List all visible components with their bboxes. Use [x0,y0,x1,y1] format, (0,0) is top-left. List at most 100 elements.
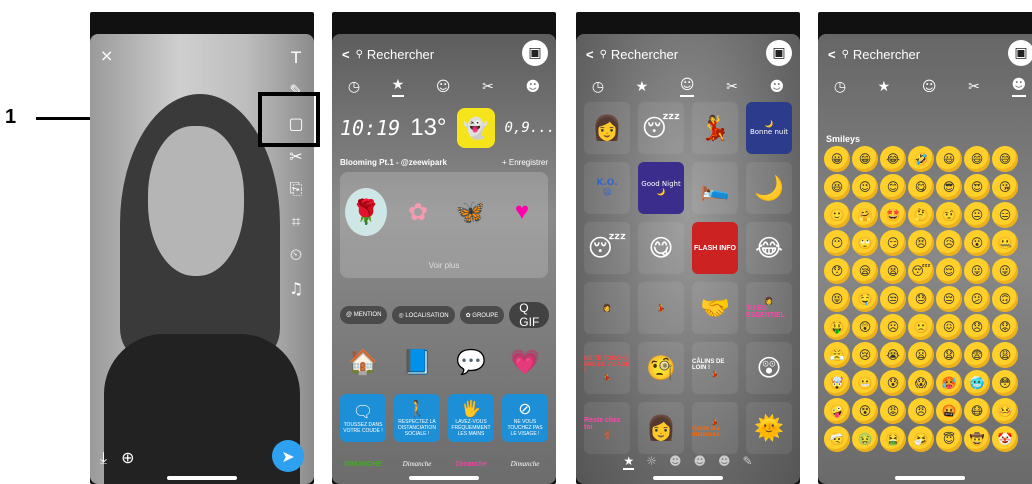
emoji-cell[interactable]: 😉 [852,174,878,200]
weather-sticker[interactable]: 13° [410,114,446,142]
sticker-heart[interactable]: 💗 [502,338,548,386]
emoji-cell[interactable]: 🤢 [852,426,878,452]
bitmoji-sticker[interactable]: 😲 [746,342,792,394]
tab-favorites-icon[interactable]: ★ [636,79,649,95]
bitmoji-sticker[interactable]: 😴 [638,102,684,154]
crop-tool-icon[interactable]: ⌗ [285,211,307,233]
pack-sticker[interactable]: ♥ [501,188,543,236]
emoji-cell[interactable]: 🤨 [936,202,962,228]
category-favorites-icon[interactable]: ★ [623,454,635,470]
location-chip[interactable]: ◎ LOCALISATION [392,306,455,324]
emoji-cell[interactable]: 😝 [824,286,850,312]
emoji-cell[interactable]: 😖 [936,314,962,340]
tab-favorites-icon[interactable]: ★ [391,77,405,97]
gif-button[interactable]: Q GIF [509,301,550,329]
sticker-dimanche-3[interactable]: Dimanche [448,450,494,478]
back-icon[interactable]: < [342,47,350,62]
emoji-cell[interactable]: 😯 [824,258,850,284]
sticker-cough[interactable]: 🗨 TOUSSEZ DANS VOTRE COUDE ! [340,394,386,442]
emoji-cell[interactable]: 🤣 [908,146,934,172]
emoji-cell[interactable]: 😓 [908,286,934,312]
bitmoji-sticker[interactable]: FLASH INFO [692,222,738,274]
emoji-cell[interactable]: 😜 [992,258,1018,284]
sticker-dimanche-2[interactable]: Dimanche [394,450,440,478]
tab-cutout-icon[interactable]: ✂ [482,79,494,95]
emoji-cell[interactable]: 😡 [880,398,906,424]
emoji-cell[interactable]: 😆 [824,174,850,200]
emoji-cell[interactable]: 😭 [880,342,906,368]
emoji-cell[interactable]: 🤯 [824,370,850,396]
group-chip[interactable]: ✿ GROUPE [459,306,505,324]
emoji-cell[interactable]: 😅 [992,146,1018,172]
sticker-dimanche-1[interactable]: DIMANCHE [340,450,386,478]
tab-recent-icon[interactable]: ◷ [834,79,846,95]
pack-sticker[interactable]: 🦋 [449,188,491,236]
emoji-cell[interactable]: 😊 [880,174,906,200]
emoji-cell[interactable]: 😪 [852,258,878,284]
emoji-cell[interactable]: 😑 [992,202,1018,228]
tab-bitmoji-icon[interactable]: ☺ [922,79,937,95]
sticker-dimanche-4[interactable]: Dimanche [502,450,548,478]
tab-emoji-icon[interactable]: ☻ [526,79,541,95]
tab-favorites-icon[interactable]: ★ [878,79,891,95]
emoji-cell[interactable]: 🤑 [824,314,850,340]
bitmoji-sticker[interactable]: 😋 [638,222,684,274]
music-tool-icon[interactable]: ♫ [285,277,307,299]
bitmoji-sticker[interactable]: 💃 Garde tes distances [692,402,738,454]
emoji-cell[interactable]: 😨 [964,342,990,368]
tab-cutout-icon[interactable]: ✂ [726,79,738,95]
mention-chip[interactable]: @ MENTION [340,306,388,324]
emoji-cell[interactable]: 😏 [880,230,906,256]
emoji-cell[interactable]: 😞 [964,314,990,340]
emoji-cell[interactable]: 😐 [964,202,990,228]
pack-sticker[interactable]: ✿ [397,188,439,236]
emoji-cell[interactable]: 🤐 [992,230,1018,256]
back-icon[interactable]: < [828,47,836,62]
emoji-cell[interactable]: 😛 [964,258,990,284]
bitmoji-sticker[interactable]: K.O. 😫 [584,162,630,214]
sticker-icon[interactable]: ▣ [1008,40,1032,66]
emoji-cell[interactable]: 😤 [824,342,850,368]
emoji-cell[interactable]: 🙄 [852,230,878,256]
timer-tool-icon[interactable]: ⏲ [285,244,307,266]
emoji-cell[interactable]: 😴 [908,258,934,284]
emoji-cell[interactable]: 🤔 [908,202,934,228]
emoji-cell[interactable]: 🤩 [880,202,906,228]
emoji-cell[interactable]: 😬 [852,370,878,396]
tab-emoji-icon[interactable]: ☻ [1011,77,1027,97]
category-icon[interactable]: ☻ [718,454,731,470]
emoji-cell[interactable]: 😀 [824,146,850,172]
emoji-cell[interactable]: 😄 [964,146,990,172]
sticker-house[interactable]: 🏠 [340,338,386,386]
sticker-icon[interactable]: ▣ [766,40,792,66]
bitmoji-sticker[interactable]: CÂLINS DE LOIN ! 💃 [692,342,738,394]
tab-cutout-icon[interactable]: ✂ [968,79,980,95]
emoji-cell[interactable]: 😵 [852,398,878,424]
pack-sticker[interactable]: 🌹 [345,188,387,236]
emoji-cell[interactable]: 🤤 [852,286,878,312]
emoji-cell[interactable]: 🤠 [964,426,990,452]
emoji-cell[interactable]: 😟 [992,314,1018,340]
download-icon[interactable]: ⤓ [100,448,107,468]
category-icon[interactable]: ☻ [669,454,682,470]
sticker-icon[interactable]: ▣ [522,40,548,66]
emoji-cell[interactable]: 🙂 [824,202,850,228]
emoji-cell[interactable]: 🤕 [824,426,850,452]
save-pack-link[interactable]: + Enregistrer [502,158,548,167]
bitmoji-sticker[interactable]: 🛌 [692,162,738,214]
bitmoji-sticker[interactable]: 👩 [584,282,630,334]
emoji-cell[interactable]: 😎 [936,174,962,200]
emoji-cell[interactable]: 😇 [936,426,962,452]
emoji-cell[interactable]: 😷 [964,398,990,424]
bitmoji-sticker[interactable]: Reste chez toi 🚪 [584,402,630,454]
emoji-cell[interactable]: 😳 [992,370,1018,396]
emoji-cell[interactable]: 😍 [964,174,990,200]
search-label[interactable]: Rechercher [367,47,434,62]
text-tool-icon[interactable]: T [285,46,307,68]
tab-emoji-icon[interactable]: ☻ [770,79,785,95]
back-icon[interactable]: < [586,47,594,62]
bitmoji-sticker[interactable]: Good Night 🌙 [638,162,684,214]
sticker-wash-hands[interactable]: 🖐 LAVEZ-VOUS FRÉQUEMMENT LES MAINS [448,394,494,442]
add-to-story-icon[interactable]: ⊕ [121,448,134,468]
category-icon[interactable]: ☻ [693,454,706,470]
